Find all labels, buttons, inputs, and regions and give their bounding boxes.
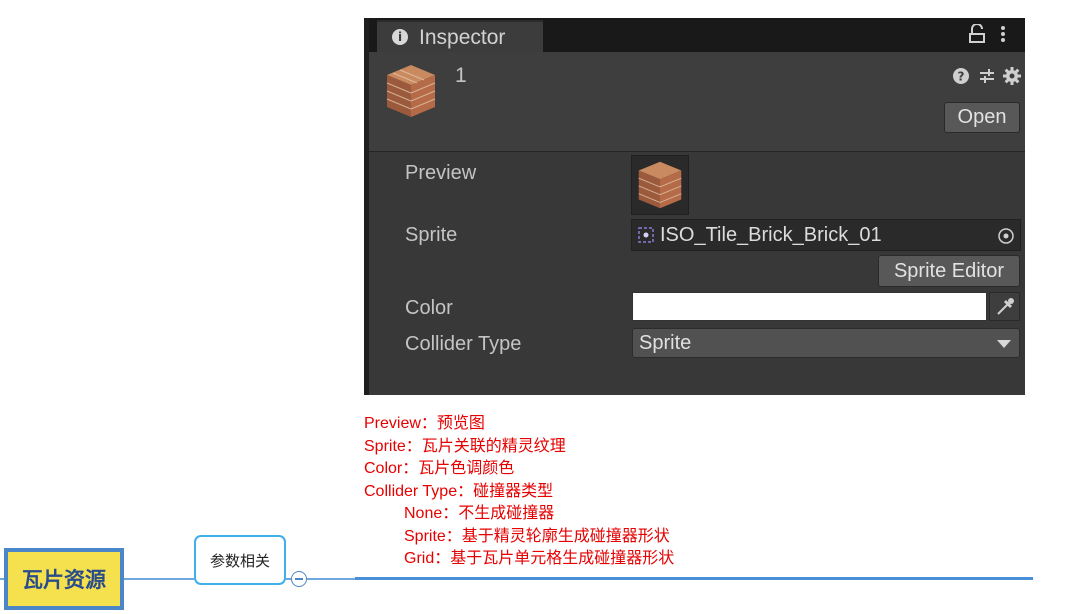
tab-inspector-label: Inspector	[419, 26, 506, 49]
connector-line	[124, 578, 194, 580]
open-button[interactable]: Open	[944, 102, 1020, 133]
color-swatch-field[interactable]	[632, 292, 987, 321]
tab-inspector[interactable]: i Inspector	[377, 20, 543, 52]
sprite-value: ISO_Tile_Brick_Brick_01	[660, 224, 882, 246]
help-icon[interactable]: ?	[951, 66, 971, 86]
preset-icon[interactable]	[977, 66, 997, 86]
note-preview: Preview：预览图	[364, 415, 485, 432]
root-topic-node[interactable]: 瓦片资源	[4, 548, 124, 610]
note-color: Color：瓦片色调颜色	[364, 460, 515, 477]
svg-text:?: ?	[958, 70, 965, 84]
lock-icon[interactable]	[967, 24, 987, 44]
brick-tile-thumbnail	[386, 65, 436, 117]
settings-icon[interactable]	[1002, 66, 1022, 86]
note-sprite: Sprite：瓦片关联的精灵纹理	[364, 438, 566, 455]
child-topic-label: 参数相关	[209, 552, 270, 570]
eyedropper-button[interactable]	[989, 292, 1020, 321]
root-topic-label: 瓦片资源	[22, 568, 106, 592]
asset-header: 1 ? Open	[369, 52, 1025, 152]
asset-name: 1	[455, 64, 467, 87]
preview-label: Preview	[405, 162, 477, 184]
brick-tile-preview	[638, 161, 682, 209]
sprite-label: Sprite	[405, 224, 458, 246]
note-collider-grid: Grid：基于瓦片单元格生成碰撞器形状	[404, 550, 675, 567]
collider-type-label: Collider Type	[405, 333, 522, 355]
collider-type-value: Sprite	[639, 332, 692, 354]
eyedropper-icon	[997, 298, 1014, 315]
branch-line	[355, 577, 1033, 580]
kebab-menu-icon[interactable]	[999, 24, 1007, 44]
note-collider-none: None：不生成碰撞器	[404, 505, 555, 522]
object-picker-icon[interactable]	[997, 227, 1015, 245]
note-collider-type: Collider Type：碰撞器类型	[364, 483, 554, 500]
sprite-asset-icon	[638, 227, 654, 243]
note-collider-sprite: Sprite：基于精灵轮廓生成碰撞器形状	[404, 528, 670, 545]
tab-bar: i Inspector	[369, 18, 1025, 52]
chevron-down-icon	[997, 340, 1011, 348]
sprite-object-field[interactable]: ISO_Tile_Brick_Brick_01	[631, 219, 1021, 251]
sprite-editor-button[interactable]: Sprite Editor	[878, 255, 1020, 287]
collider-type-dropdown[interactable]: Sprite	[632, 328, 1020, 358]
preview-thumbnail	[631, 155, 689, 215]
info-icon: i	[392, 29, 408, 45]
collapse-icon[interactable]	[291, 571, 307, 587]
connector-line-right	[307, 578, 355, 580]
child-topic-node[interactable]: 参数相关	[194, 535, 286, 585]
color-label: Color	[405, 297, 453, 319]
inspector-window: i Inspector 1 ? Open Preview Sprite ISO_…	[364, 18, 1025, 395]
